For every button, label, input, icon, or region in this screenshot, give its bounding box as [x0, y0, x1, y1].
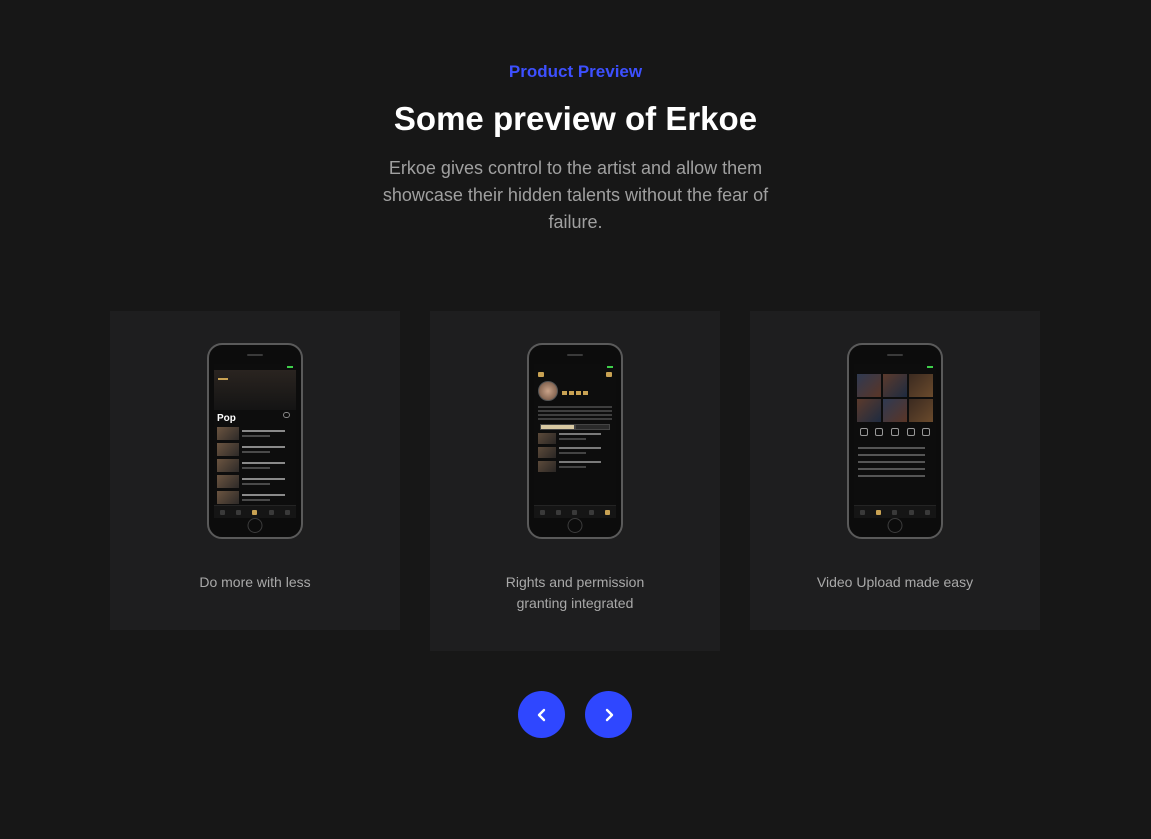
- preview-card-2: Rights and permission granting integrate…: [430, 311, 720, 651]
- tab-bar: [534, 505, 616, 518]
- section-subtitle: Erkoe gives control to the artist and al…: [382, 158, 769, 232]
- phone-mockup-image: Pop: [207, 343, 303, 539]
- list-item: [217, 491, 293, 504]
- phone-speaker: [887, 354, 903, 356]
- chevron-right-icon: [605, 708, 613, 721]
- status-bar: [534, 364, 616, 370]
- card-caption: Rights and permission granting integrate…: [505, 574, 645, 611]
- phone-screen-profile: [534, 364, 616, 518]
- carousel-next-button[interactable]: [585, 691, 632, 738]
- chevron-left-icon: [537, 708, 545, 721]
- product-preview-section: Product Preview Some preview of Erkoe Er…: [0, 0, 1151, 839]
- list-item: [217, 459, 293, 472]
- carousel-prev-button[interactable]: [518, 691, 565, 738]
- home-button: [247, 518, 263, 533]
- status-bar: [854, 364, 936, 370]
- genre-grid: [854, 370, 936, 422]
- profile-header: [534, 370, 616, 380]
- home-button: [567, 518, 583, 533]
- list-item: [217, 427, 293, 440]
- card-caption: Do more with less: [199, 574, 311, 590]
- avatar: [538, 381, 558, 401]
- heart-icon: [283, 412, 290, 418]
- list-item: [538, 461, 612, 472]
- preview-card-1: Pop Do more with less: [110, 311, 400, 630]
- region-list: [854, 438, 936, 486]
- phone-speaker: [567, 354, 583, 356]
- phone-mockup-image: [527, 343, 623, 539]
- list-item: [538, 433, 612, 444]
- preview-card-3: Video Upload made easy: [750, 311, 1040, 630]
- tab-bar: [214, 505, 296, 518]
- social-icons: [562, 390, 588, 395]
- list-item: [217, 475, 293, 488]
- category-icons: [854, 422, 936, 438]
- list-item: [217, 443, 293, 456]
- list-item: [538, 447, 612, 458]
- genre-hero: [214, 370, 296, 410]
- section-eyebrow: Product Preview: [508, 62, 643, 81]
- card-caption: Video Upload made easy: [816, 574, 974, 590]
- section-title: Some preview of Erkoe: [393, 100, 758, 137]
- phone-screen-genre: Pop: [214, 364, 296, 518]
- phone-screen-browse: [854, 364, 936, 518]
- profile-block: [534, 380, 616, 402]
- bio-text: [538, 406, 612, 420]
- phone-speaker: [247, 354, 263, 356]
- profile-tabs: [540, 424, 610, 430]
- phone-mockup-image: [847, 343, 943, 539]
- home-button: [887, 518, 903, 533]
- tab-bar: [854, 505, 936, 518]
